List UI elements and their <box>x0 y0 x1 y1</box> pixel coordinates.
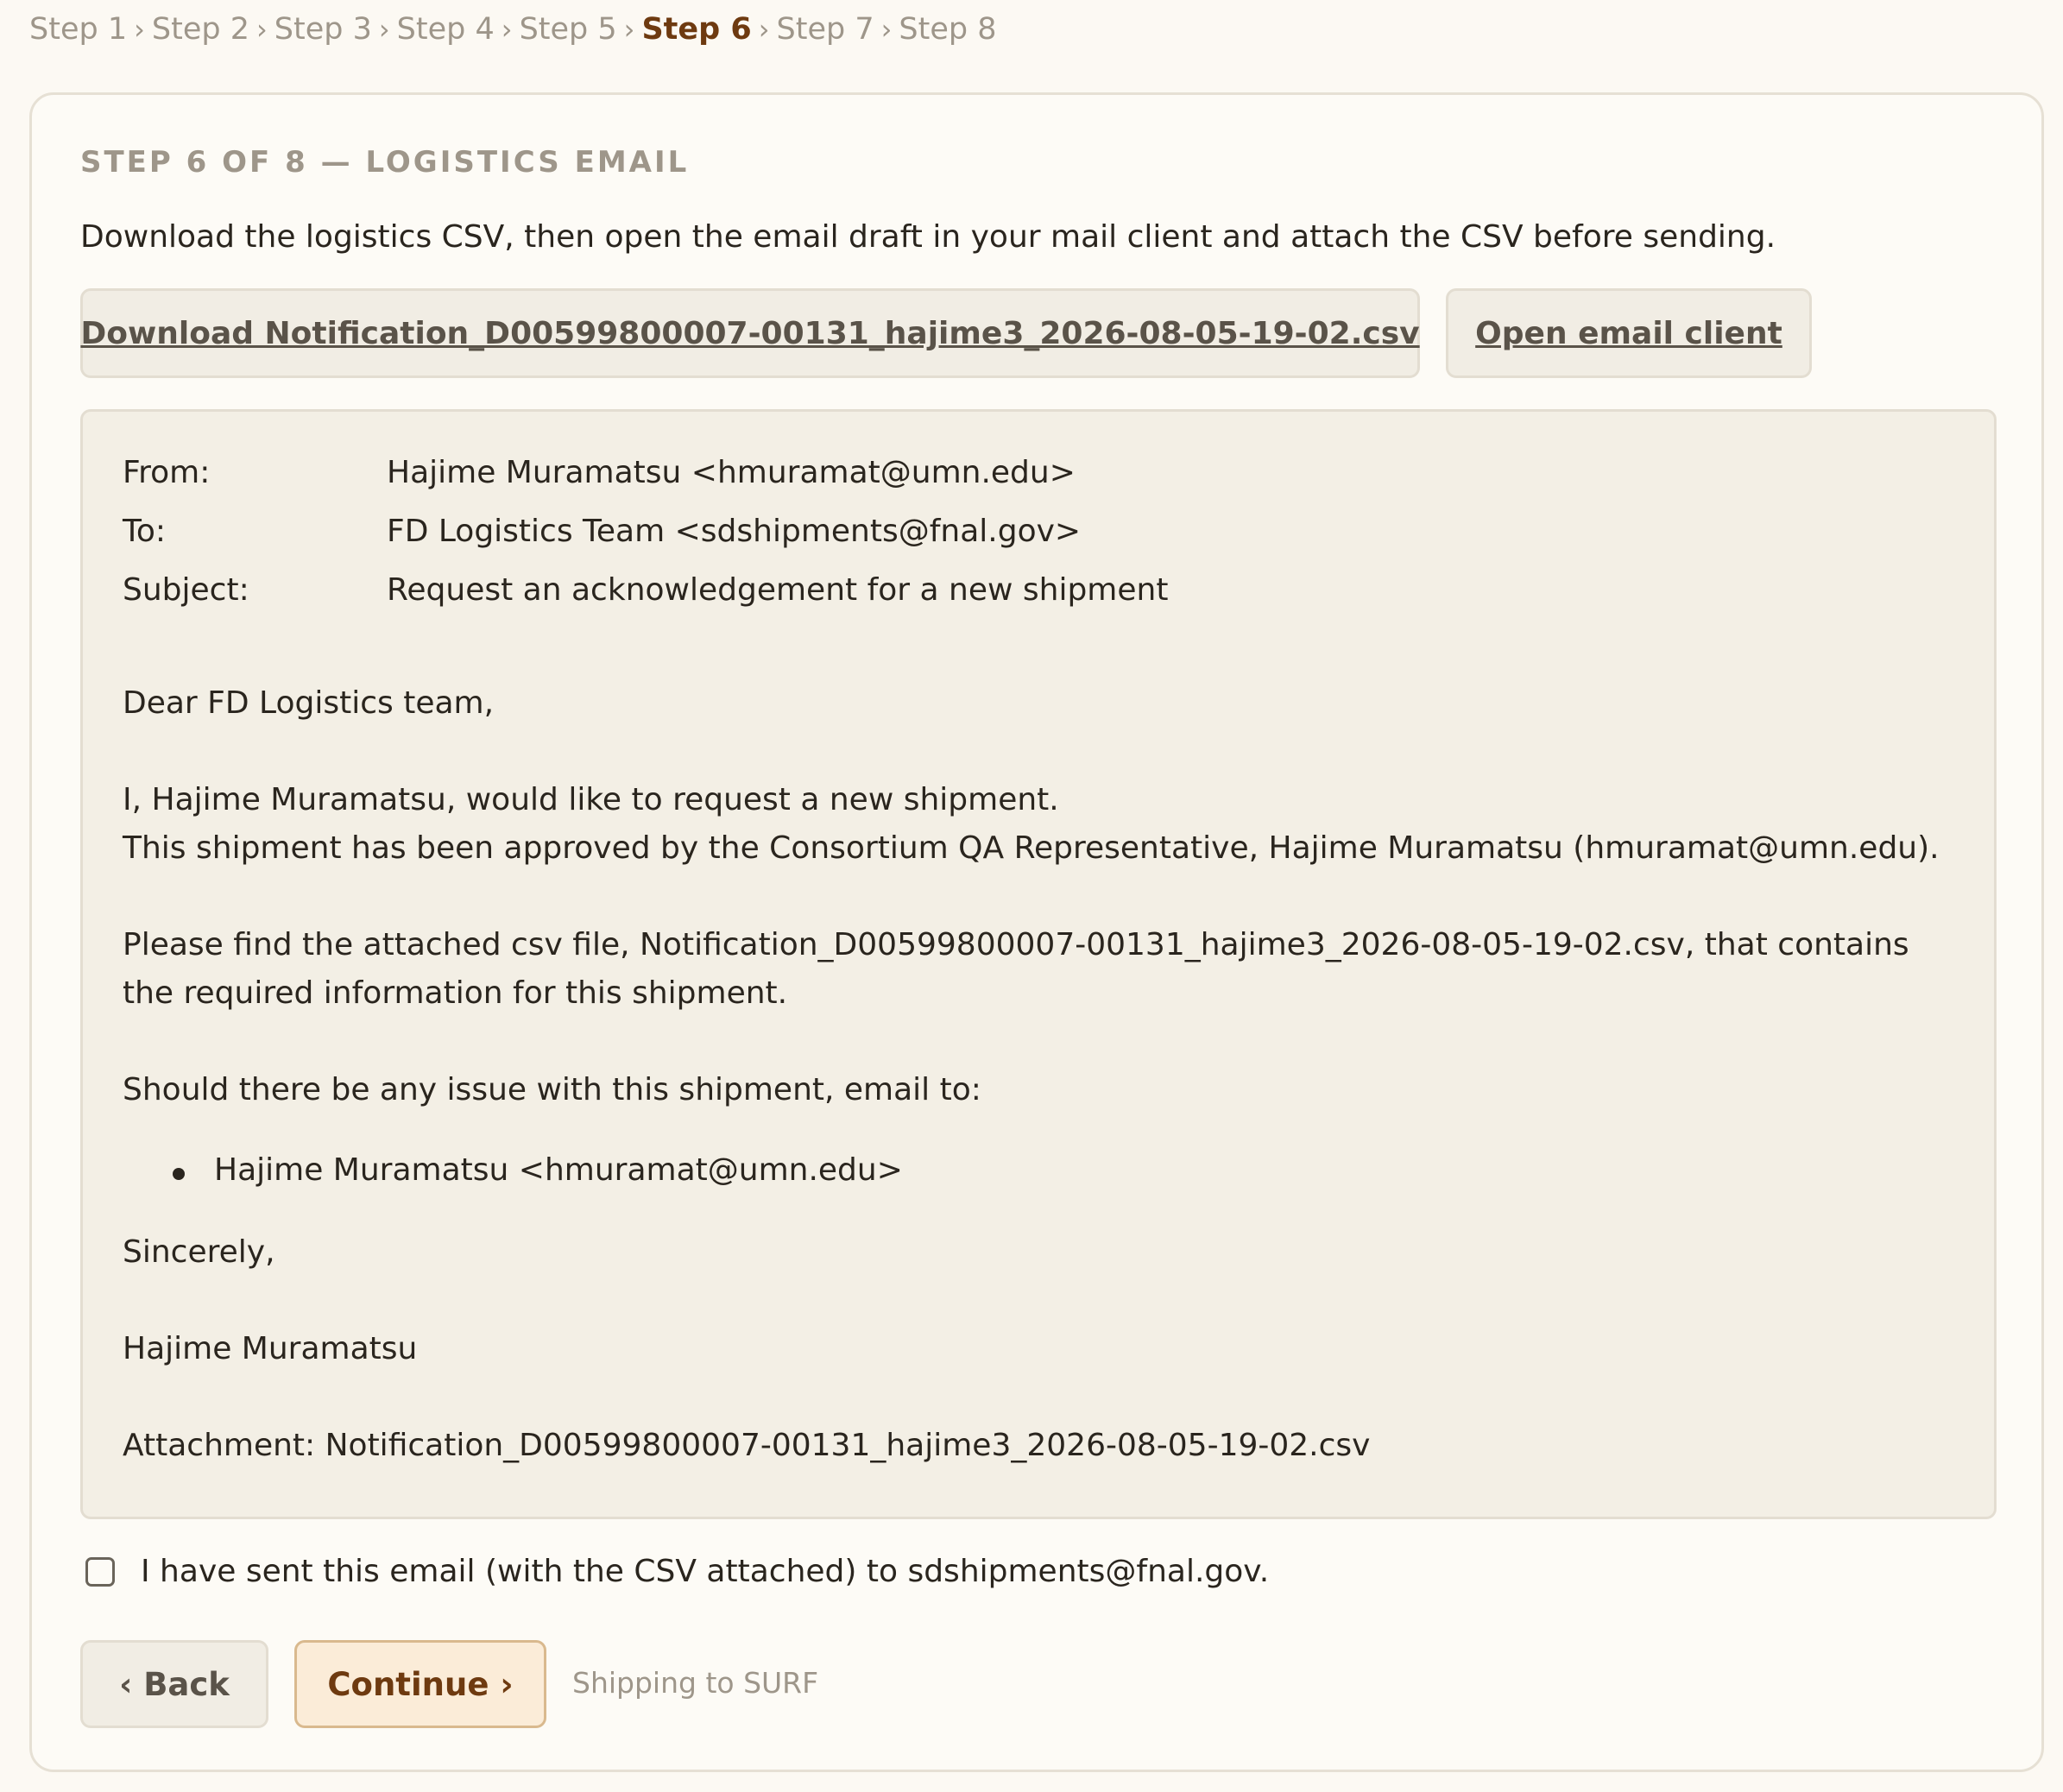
email-to-value: FD Logistics Team <sdshipments@fnal.gov> <box>387 514 1082 549</box>
breadcrumb-separator: › <box>880 13 893 46</box>
breadcrumb-step-2[interactable]: Step 2 <box>152 12 249 47</box>
email-signature: Hajime Muramatsu <box>123 1331 418 1366</box>
email-subject-row: Subject: Request an acknowledgement for a… <box>123 572 1168 608</box>
breadcrumb-step-8: Step 8 <box>899 12 997 47</box>
email-preview: From: Hajime Muramatsu <hmuramat@umn.edu>… <box>80 409 1997 1519</box>
logistics-email-card: STEP 6 OF 8 — LOGISTICS EMAIL Download t… <box>29 92 2044 1772</box>
bullet-dot <box>173 1168 185 1180</box>
breadcrumb-separator: › <box>501 13 513 46</box>
breadcrumb: Step 1 › Step 2 › Step 3 › Step 4 › Step 5 › Step … <box>29 10 997 48</box>
card-title: STEP 6 OF 8 — LOGISTICS EMAIL <box>80 145 690 180</box>
email-approval-line: This shipment has been approved by the C… <box>123 830 1940 866</box>
breadcrumb-step-6-current: Step 6 <box>641 12 752 47</box>
email-request-line: I, Hajime Muramatsu, would like to reque… <box>123 782 1059 817</box>
breadcrumb-step-3[interactable]: Step 3 <box>274 12 372 47</box>
sent-confirmation-checkbox[interactable] <box>85 1556 115 1587</box>
email-attachment-paragraph: Please find the attached csv file, Notif… <box>123 927 1909 1011</box>
email-attachment-line: Attachment: Notification_D00599800007-00… <box>123 1428 1371 1463</box>
email-from-value: Hajime Muramatsu <hmuramat@umn.edu> <box>387 455 1076 490</box>
shipping-destination-note: Shipping to SURF <box>572 1666 819 1700</box>
email-greeting: Dear FD Logistics team, <box>123 685 495 721</box>
breadcrumb-separator: › <box>623 13 635 46</box>
breadcrumb-separator: › <box>758 13 770 46</box>
email-to-label: To: <box>123 514 167 549</box>
breadcrumb-step-5[interactable]: Step 5 <box>520 12 617 47</box>
breadcrumb-separator: › <box>378 13 390 46</box>
email-subject-label: Subject: <box>123 572 249 608</box>
breadcrumb-separator: › <box>256 13 268 46</box>
breadcrumb-separator: › <box>134 13 145 46</box>
email-subject-value: Request an acknowledgement for a new shi… <box>387 572 1169 608</box>
contact-list-item: Hajime Muramatsu <hmuramat@umn.edu> <box>173 1152 903 1188</box>
email-closing: Sincerely, <box>123 1234 275 1270</box>
email-from-label: From: <box>123 455 211 490</box>
continue-button[interactable]: Continue › <box>294 1640 546 1728</box>
email-to-row: To: FD Logistics Team <sdshipments@fnal.g… <box>123 514 1081 549</box>
back-button[interactable]: ‹ Back <box>80 1640 268 1728</box>
download-csv-button[interactable]: Download Notification_D00599800007-00131… <box>80 288 1420 378</box>
breadcrumb-step-7: Step 7 <box>776 12 874 47</box>
breadcrumb-step-1[interactable]: Step 1 <box>29 12 127 47</box>
sent-confirmation[interactable]: I have sent this email (with the CSV att… <box>85 1554 1269 1589</box>
sent-confirmation-label[interactable]: I have sent this email (with the CSV att… <box>141 1554 1269 1589</box>
open-email-client-button[interactable]: Open email client <box>1446 288 1812 378</box>
contact-name: Hajime Muramatsu <hmuramat@umn.edu> <box>214 1152 903 1188</box>
breadcrumb-step-4[interactable]: Step 4 <box>397 12 495 47</box>
email-contact-intro: Should there be any issue with this ship… <box>123 1072 981 1107</box>
email-from-row: From: Hajime Muramatsu <hmuramat@umn.edu> <box>123 455 1076 490</box>
instructions-text: Download the logistics CSV, then open th… <box>80 219 1776 255</box>
